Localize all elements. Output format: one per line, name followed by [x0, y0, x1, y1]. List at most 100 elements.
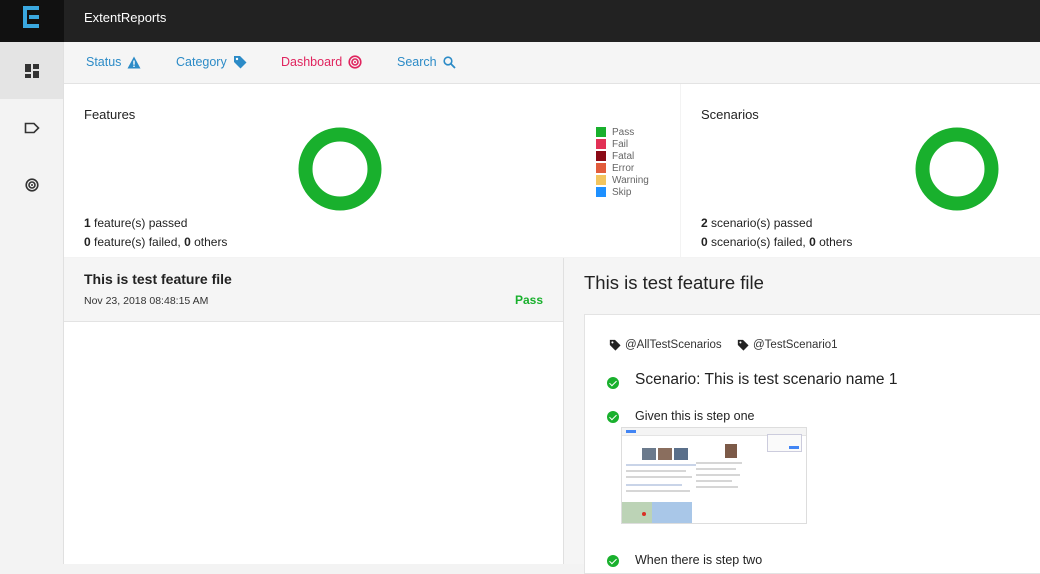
- thumb-line: [696, 480, 732, 482]
- test-status: Pass: [514, 293, 543, 307]
- warning-triangle-icon: [127, 56, 141, 68]
- sidebar: [0, 42, 64, 564]
- pass-check-icon: [607, 377, 619, 389]
- step-two: When there is step two: [635, 553, 763, 567]
- test-detail-panel: This is test feature file @AllTestScenar…: [564, 258, 1040, 574]
- nav-status[interactable]: Status: [86, 55, 141, 69]
- features-others-count: 0: [184, 235, 191, 249]
- legend-swatch-fatal: [596, 151, 606, 161]
- thumb-line: [626, 490, 690, 492]
- tag-icon: [609, 339, 621, 351]
- scenarios-donut-chart: [915, 127, 999, 211]
- features-donut-chart: [298, 127, 382, 211]
- features-others-label: others: [190, 235, 228, 249]
- thumb-line: [696, 462, 742, 464]
- thumb-line: [626, 484, 682, 486]
- nav-dashboard-label: Dashboard: [281, 55, 343, 69]
- sub-nav: Status Category Dashboard Search: [64, 42, 1040, 84]
- legend-item-skip[interactable]: Skip: [596, 186, 649, 198]
- thumb-photo: [674, 448, 688, 460]
- test-timestamp: Nov 23, 2018 08:48:15 AM: [84, 295, 209, 307]
- dashboard-grid-icon: [24, 63, 39, 78]
- thumb-line: [696, 468, 736, 470]
- test-list-item[interactable]: This is test feature file Nov 23, 2018 0…: [64, 258, 563, 322]
- thumb-photo: [642, 448, 656, 460]
- scenarios-failed-label: scenario(s) failed,: [707, 235, 810, 249]
- thumb-logo: [626, 430, 636, 433]
- features-failed-label: feature(s) failed,: [90, 235, 185, 249]
- thumb-photo: [658, 448, 672, 460]
- nav-category[interactable]: Category: [176, 55, 247, 69]
- tag-icon: [737, 339, 749, 351]
- legend-item-warning[interactable]: Warning: [596, 174, 649, 186]
- legend-swatch-warning: [596, 175, 606, 185]
- thumb-popup: [767, 434, 802, 452]
- thumb-line: [696, 486, 738, 488]
- scenarios-failed-stat: 0 scenario(s) failed, 0 others: [701, 235, 852, 249]
- legend-swatch-skip: [596, 187, 606, 197]
- thumb-popup-button: [789, 446, 799, 449]
- tag-label: @AllTestScenarios: [625, 339, 722, 351]
- target-icon: [24, 177, 39, 192]
- legend-item-fail[interactable]: Fail: [596, 138, 649, 150]
- legend-item-pass[interactable]: Pass: [596, 126, 649, 138]
- features-passed-label: feature(s) passed: [90, 216, 188, 230]
- nav-category-label: Category: [176, 55, 227, 69]
- features-failed-count: 0: [84, 235, 91, 249]
- thumb-map-pin: [642, 512, 646, 516]
- extent-logo[interactable]: [0, 0, 64, 42]
- features-title: Features: [84, 107, 136, 122]
- scenarios-failed-count: 0: [701, 235, 708, 249]
- sidebar-item-category[interactable]: [0, 99, 63, 156]
- sidebar-item-dashboard[interactable]: [0, 42, 63, 99]
- scenarios-card: Scenarios 2 scenario(s) passed 0 scenari…: [681, 84, 1040, 257]
- legend-swatch-error: [596, 163, 606, 173]
- tag-test-scenario-1[interactable]: @TestScenario1: [737, 339, 838, 351]
- scenarios-others-count: 0: [809, 235, 816, 249]
- legend-swatch-pass: [596, 127, 606, 137]
- scenario-title: Scenario: This is test scenario name 1: [635, 371, 898, 388]
- pass-check-icon: [607, 555, 619, 567]
- nav-status-label: Status: [86, 55, 122, 69]
- app-title: ExtentReports: [84, 10, 167, 25]
- scenarios-passed-count: 2: [701, 216, 708, 230]
- features-card: Features 1 feature(s) passed 0 feature(s…: [64, 84, 680, 257]
- nav-search[interactable]: Search: [397, 55, 456, 69]
- legend-label-fatal: Fatal: [612, 150, 635, 162]
- step-screenshot-thumbnail[interactable]: [621, 427, 807, 524]
- legend-swatch-fail: [596, 139, 606, 149]
- test-list: This is test feature file Nov 23, 2018 0…: [64, 258, 564, 564]
- status-legend: Pass Fail Fatal Error Warning Skip: [596, 126, 649, 198]
- thumb-photo: [725, 444, 737, 458]
- scenarios-passed-label: scenario(s) passed: [707, 216, 813, 230]
- tag-icon: [233, 56, 247, 69]
- nav-search-label: Search: [397, 55, 437, 69]
- test-name: This is test feature file: [84, 271, 232, 287]
- top-bar: ExtentReports: [0, 0, 1040, 42]
- thumb-line: [626, 470, 686, 472]
- features-failed-stat: 0 feature(s) failed, 0 others: [84, 235, 227, 249]
- legend-item-error[interactable]: Error: [596, 162, 649, 174]
- thumb-line: [626, 476, 692, 478]
- features-passed-count: 1: [84, 216, 91, 230]
- sidebar-item-exceptions[interactable]: [0, 156, 63, 213]
- scenarios-passed-stat: 2 scenario(s) passed: [701, 216, 812, 230]
- tag-label-icon: [24, 122, 40, 133]
- legend-label-error: Error: [612, 162, 635, 174]
- nav-dashboard[interactable]: Dashboard: [281, 55, 362, 69]
- features-passed-stat: 1 feature(s) passed: [84, 216, 187, 230]
- logo-icon: [23, 6, 39, 28]
- legend-label-skip: Skip: [612, 186, 632, 198]
- tag-label: @TestScenario1: [753, 339, 838, 351]
- search-icon: [443, 55, 456, 69]
- legend-label-fail: Fail: [612, 138, 629, 150]
- step-one: Given this is step one: [635, 409, 755, 423]
- pass-check-icon: [607, 411, 619, 423]
- legend-item-fatal[interactable]: Fatal: [596, 150, 649, 162]
- tag-all-test-scenarios[interactable]: @AllTestScenarios: [609, 339, 722, 351]
- legend-label-pass: Pass: [612, 126, 635, 138]
- target-icon: [348, 55, 362, 69]
- detail-title: This is test feature file: [584, 272, 764, 293]
- detail-card: @AllTestScenarios @TestScenario1 Scenari…: [584, 314, 1040, 574]
- scenarios-others-label: others: [815, 235, 853, 249]
